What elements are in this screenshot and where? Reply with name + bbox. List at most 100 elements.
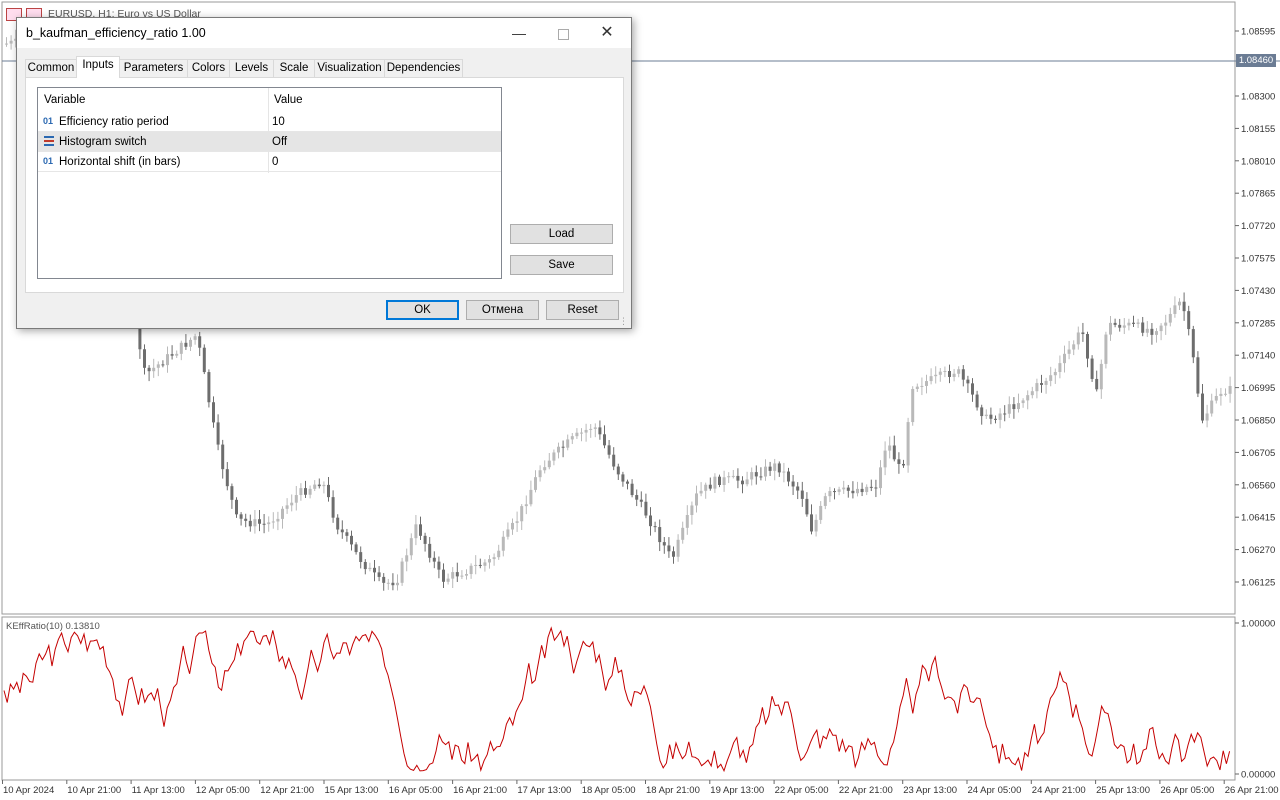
resize-grip-icon[interactable]: ⋮ <box>619 316 629 326</box>
candle-body <box>184 342 188 347</box>
save-button[interactable]: Save <box>510 255 613 275</box>
candle-body <box>570 436 574 440</box>
candle-body <box>695 493 698 506</box>
candle-body <box>1187 311 1191 330</box>
candle-body <box>685 514 689 528</box>
candle-body <box>1191 329 1195 358</box>
minimize-button[interactable]: — <box>497 18 541 48</box>
candle-body <box>1228 386 1232 394</box>
price-label: 1.06415 <box>1241 513 1275 524</box>
price-label: 1.06125 <box>1241 578 1275 589</box>
candle-body <box>322 484 326 487</box>
candle-body <box>925 381 928 386</box>
maximize-icon <box>557 28 569 40</box>
candle-body <box>230 486 234 500</box>
candle-body <box>492 557 496 560</box>
candle-body <box>681 527 685 540</box>
row-value[interactable]: 0 <box>272 152 278 172</box>
candle-body <box>1205 413 1209 421</box>
candle-body <box>1090 358 1094 379</box>
candle-body <box>736 475 740 481</box>
dialog-titlebar[interactable]: b_kaufman_efficiency_ratio 1.00 — ✕ <box>17 18 631 48</box>
candle-body <box>345 532 349 536</box>
candle-body <box>529 489 533 505</box>
tab-levels[interactable]: Levels <box>229 59 274 77</box>
price-label: 1.07430 <box>1241 286 1275 297</box>
row-value[interactable]: Off <box>272 132 287 152</box>
table-row[interactable]: 01 Horizontal shift (in bars) 0 <box>38 152 501 172</box>
tab-common[interactable]: Common <box>25 59 77 77</box>
reset-button[interactable]: Reset <box>546 300 619 320</box>
efficiency-ratio-line <box>3 626 1231 773</box>
tab-scale[interactable]: Scale <box>273 59 315 77</box>
candle-body <box>5 43 8 45</box>
candle-body <box>653 526 657 528</box>
tab-parameters[interactable]: Parameters <box>119 59 188 77</box>
integer-icon: 01 <box>43 156 54 166</box>
candle-body <box>446 578 450 582</box>
candle-body <box>888 445 892 451</box>
candle-body <box>879 467 882 489</box>
header-variable[interactable]: Variable <box>38 88 268 112</box>
price-label: 1.06995 <box>1241 383 1275 394</box>
row-value[interactable]: 10 <box>272 112 285 132</box>
candle-body <box>630 483 634 496</box>
candle-body <box>207 372 211 403</box>
candle-body <box>828 491 832 497</box>
candle-body <box>244 518 248 521</box>
time-label: 18 Apr 05:00 <box>582 785 636 796</box>
tab-inputs[interactable]: Inputs <box>76 56 120 78</box>
candle-body <box>566 439 570 448</box>
candle-body <box>363 561 367 570</box>
candle-body <box>745 479 749 485</box>
load-button[interactable]: Load <box>510 224 613 244</box>
candle-body <box>156 364 160 368</box>
candle-body <box>906 422 910 466</box>
candle-body <box>612 454 616 467</box>
tab-colors[interactable]: Colors <box>187 59 230 77</box>
candle-body <box>1132 322 1135 324</box>
price-axis: 1.08595 1.08300 1.08155 1.08010 1.07865 1.077… <box>1235 27 1275 589</box>
time-label: 18 Apr 21:00 <box>646 785 700 796</box>
candle-body <box>943 370 947 372</box>
candle-body <box>386 582 390 584</box>
maximize-button[interactable] <box>541 18 585 48</box>
price-label: 1.06560 <box>1241 480 1275 491</box>
indicator-axis-label: 1.00000 <box>1241 619 1275 630</box>
time-label: 15 Apr 13:00 <box>325 785 379 796</box>
tab-dependencies[interactable]: Dependencies <box>384 59 463 77</box>
candle-body <box>271 521 275 523</box>
table-row[interactable]: Histogram switch Off <box>38 132 501 152</box>
candle-body <box>952 373 956 377</box>
candle-body <box>308 488 312 495</box>
candle-body <box>975 394 979 408</box>
candle-body <box>543 467 547 471</box>
candle-body <box>718 476 721 485</box>
cancel-button[interactable]: Отмена <box>466 300 539 320</box>
candle-body <box>961 369 965 380</box>
price-label: 1.07720 <box>1241 221 1275 232</box>
close-button[interactable]: ✕ <box>585 18 629 48</box>
ok-button[interactable]: OK <box>386 300 459 320</box>
time-label: 12 Apr 05:00 <box>196 785 250 796</box>
candle-body <box>248 520 252 527</box>
minimize-icon: — <box>512 25 526 41</box>
candle-body <box>414 524 418 539</box>
candle-body <box>359 552 363 562</box>
table-row[interactable]: 01 Efficiency ratio period 10 <box>38 112 501 132</box>
candle-body <box>980 407 984 417</box>
candle-body <box>676 539 680 557</box>
header-value[interactable]: Value <box>268 88 501 112</box>
candle-body <box>998 413 1002 420</box>
candle-body <box>212 402 215 423</box>
time-label: 25 Apr 13:00 <box>1096 785 1150 796</box>
candle-body <box>239 514 243 519</box>
candle-body <box>810 514 813 532</box>
candle-body <box>382 576 386 583</box>
time-label: 24 Apr 21:00 <box>1032 785 1086 796</box>
tab-visualization[interactable]: Visualization <box>314 59 385 77</box>
row-name: Efficiency ratio period <box>59 116 169 128</box>
candle-body <box>1095 378 1099 390</box>
candle-body <box>1224 393 1227 395</box>
price-label: 1.06850 <box>1241 416 1275 427</box>
